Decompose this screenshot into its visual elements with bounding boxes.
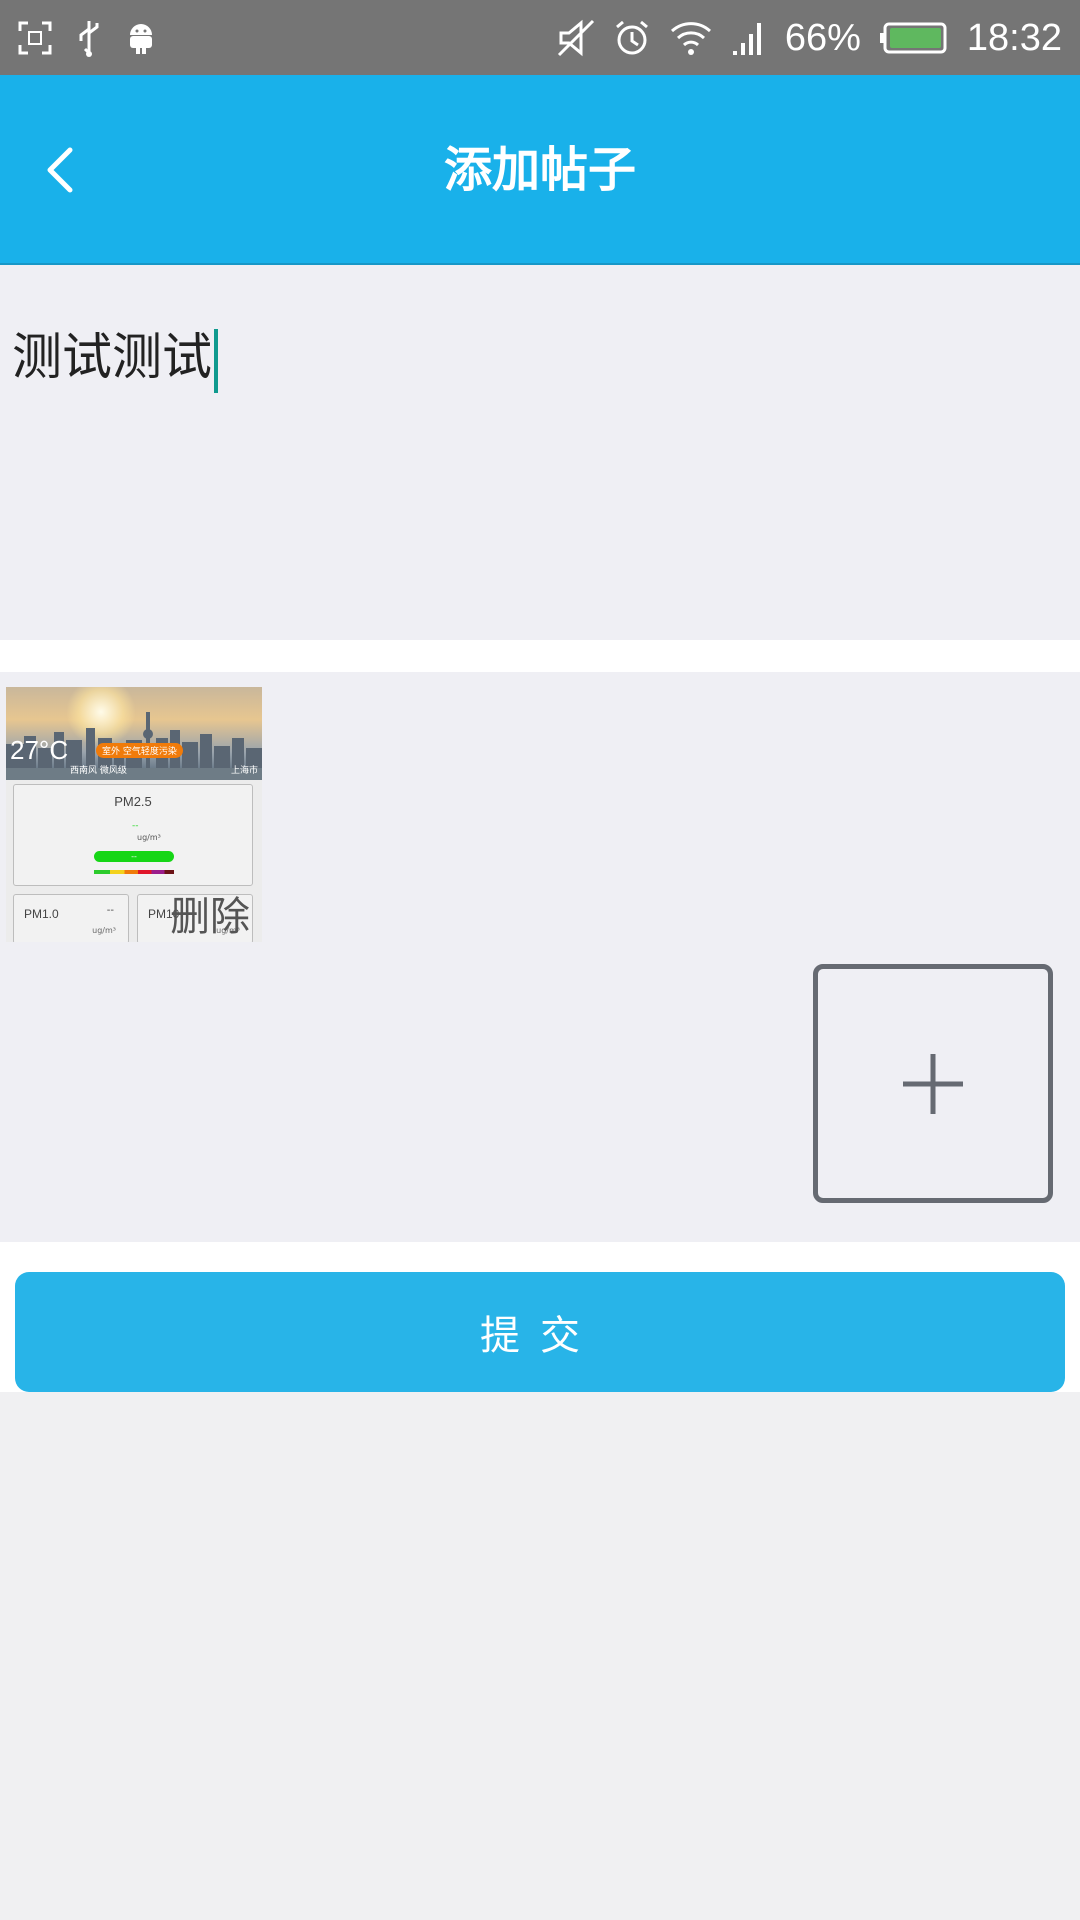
add-image-button[interactable]	[813, 964, 1053, 1203]
empty-area	[0, 1392, 1080, 1920]
page-title: 添加帖子	[443, 142, 636, 198]
divider	[0, 640, 1080, 672]
status-right-icons: 66% 18:32	[557, 10, 1062, 66]
screenshot-icon	[18, 21, 52, 55]
pm25-label: PM2.5	[114, 794, 152, 809]
alarm-icon	[613, 19, 651, 57]
mute-icon	[557, 19, 595, 57]
pm25-color-scale	[94, 870, 174, 874]
battery-percent: 66%	[784, 16, 861, 59]
pm25-value: --	[132, 821, 139, 831]
pm25-unit: ug/m³	[137, 833, 161, 842]
pm25-card: PM2.5 -- ug/m³ --	[13, 784, 253, 886]
android-icon	[126, 21, 156, 55]
temperature: 27°C	[10, 735, 69, 765]
post-text-input[interactable]: 测试测试	[0, 265, 1080, 640]
image-attachment-area: 27°C 室外 空气轻度污染 西南风 微风级 上海市 PM2.5 -- ug/m…	[0, 672, 1080, 1242]
chevron-left-icon	[40, 145, 80, 195]
status-left-icons	[18, 18, 156, 58]
clock: 18:32	[966, 16, 1062, 59]
post-text: 测试测试	[12, 328, 212, 386]
wifi-icon	[669, 19, 713, 57]
text-cursor	[214, 328, 218, 393]
battery-icon	[879, 21, 949, 55]
back-button[interactable]	[30, 135, 90, 205]
signal-icon	[731, 19, 767, 57]
delete-image-button[interactable]: 删除	[170, 884, 250, 942]
wind-info: 西南风 微风级	[70, 766, 127, 776]
city-name: 上海市	[230, 766, 258, 776]
pm10-label: PM1.0	[24, 907, 59, 921]
pm25-level-bar: --	[94, 851, 174, 862]
air-quality-badge: 室外 空气轻度污染	[96, 743, 183, 758]
weather-banner-image: 27°C 室外 空气轻度污染 西南风 微风级 上海市	[6, 687, 262, 780]
pm10-value: --	[106, 905, 114, 916]
plus-icon	[901, 1052, 965, 1116]
usb-icon	[74, 19, 104, 57]
submit-button[interactable]: 提交	[15, 1272, 1065, 1392]
pm10-unit: ug/m³	[92, 926, 116, 935]
app-bar: 添加帖子	[0, 75, 1080, 265]
status-bar: 66% 18:32	[0, 0, 1080, 75]
pm10-card: PM1.0 -- ug/m³	[13, 894, 129, 942]
